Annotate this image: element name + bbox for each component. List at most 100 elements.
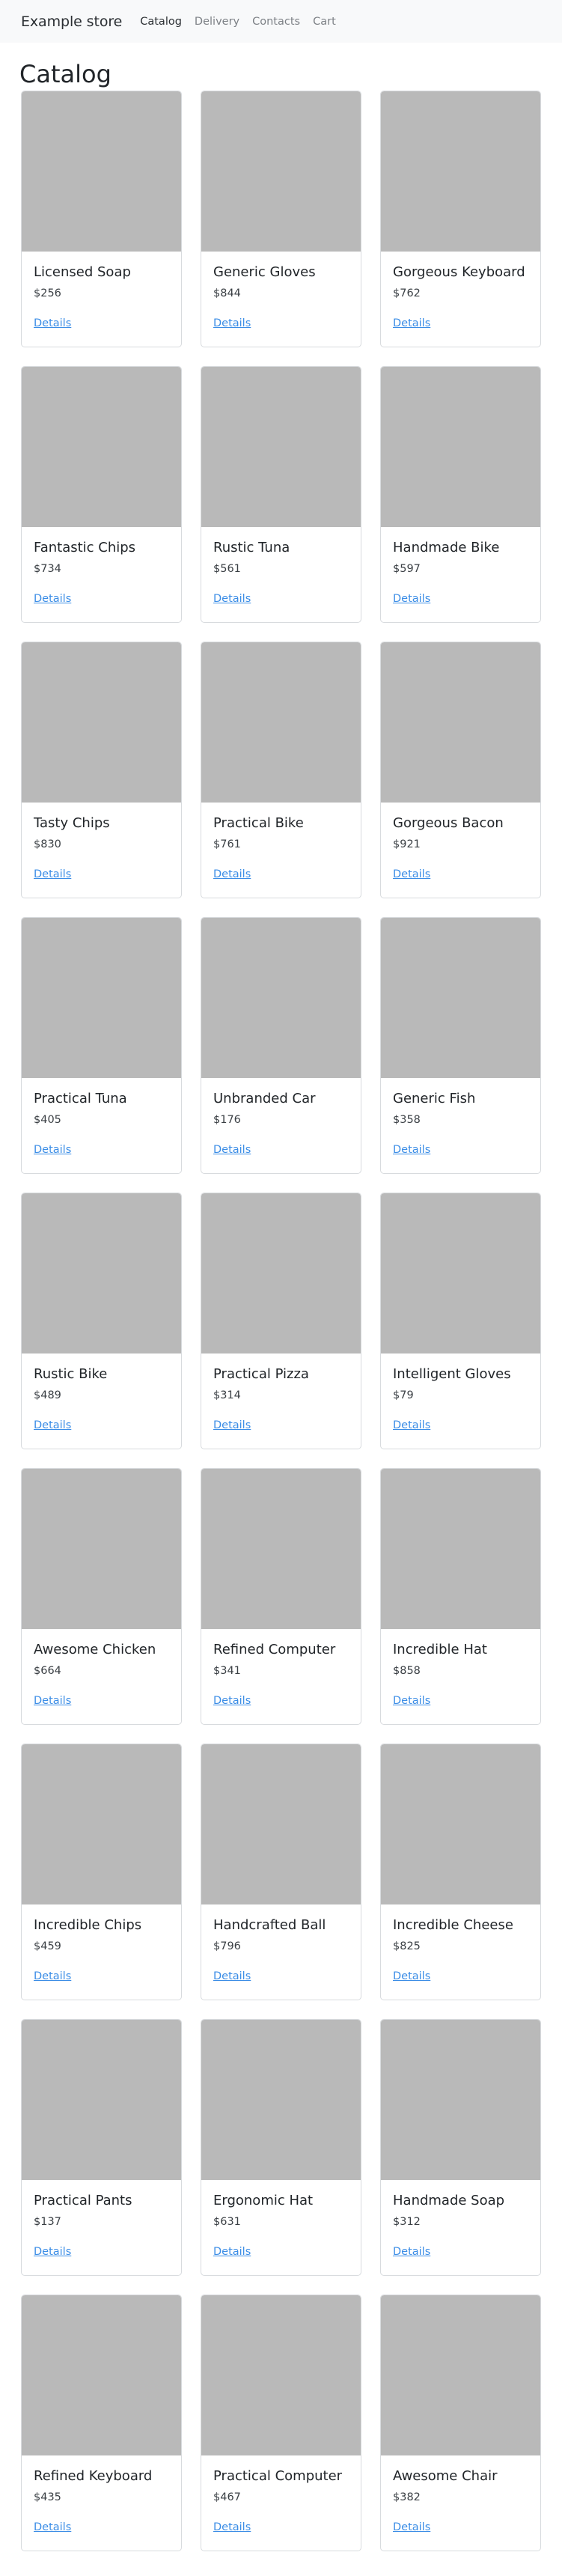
- product-details-link[interactable]: Details: [393, 868, 430, 880]
- product-details-link[interactable]: Details: [393, 317, 430, 329]
- product-name: Refined Keyboard: [34, 2468, 153, 2484]
- product-price: $844: [213, 287, 241, 299]
- product-image-placeholder: [381, 2020, 540, 2180]
- product-card-body: Practical Computer $467 Details: [201, 2455, 361, 2534]
- product-card: Licensed Soap $256 Details: [21, 91, 182, 347]
- product-image-placeholder: [201, 918, 361, 1078]
- product-details-link[interactable]: Details: [34, 1695, 71, 1707]
- product-name: Practical Computer: [213, 2468, 343, 2484]
- product-details-link[interactable]: Details: [213, 2521, 251, 2533]
- product-card-body: Awesome Chair $382 Details: [381, 2455, 540, 2534]
- product-details-link[interactable]: Details: [213, 1695, 251, 1707]
- product-image-placeholder: [381, 1744, 540, 1904]
- product-details-link[interactable]: Details: [34, 2246, 71, 2258]
- product-details-link[interactable]: Details: [393, 2521, 430, 2533]
- product-card: Awesome Chair $382 Details: [380, 2295, 541, 2551]
- nav-link-delivery[interactable]: Delivery: [195, 16, 239, 28]
- product-details-link[interactable]: Details: [34, 868, 71, 880]
- product-name: Awesome Chair: [393, 2468, 498, 2484]
- product-card: Intelligent Gloves $79 Details: [380, 1193, 541, 1449]
- product-image-placeholder: [201, 1744, 361, 1904]
- product-image-placeholder: [22, 2295, 181, 2455]
- product-card: Practical Bike $761 Details: [201, 642, 361, 898]
- product-grid: Licensed Soap $256 Details Generic Gloves $8…: [21, 91, 542, 2551]
- nav-link-cart[interactable]: Cart: [313, 16, 336, 28]
- nav-link-catalog[interactable]: Catalog: [140, 16, 182, 28]
- product-image-placeholder: [381, 918, 540, 1078]
- product-price: $79: [393, 1389, 414, 1401]
- product-name: Awesome Chicken: [34, 1642, 156, 1657]
- product-card: Handcrafted Ball $796 Details: [201, 1744, 361, 2000]
- product-card: Practical Pants $137 Details: [21, 2019, 182, 2276]
- product-card-body: Tasty Chips $830 Details: [22, 803, 181, 881]
- product-details-link[interactable]: Details: [213, 1970, 251, 1982]
- brand-link[interactable]: Example store: [21, 13, 122, 30]
- product-name: Gorgeous Keyboard: [393, 264, 525, 280]
- product-price: $256: [34, 287, 61, 299]
- product-card-body: Incredible Hat $858 Details: [381, 1629, 540, 1708]
- navbar: Example store Catalog Delivery Contacts …: [0, 0, 562, 43]
- product-image-placeholder: [201, 642, 361, 803]
- product-name: Intelligent Gloves: [393, 1366, 511, 1382]
- product-name: Incredible Hat: [393, 1642, 487, 1657]
- product-name: Handmade Bike: [393, 540, 500, 555]
- product-details-link[interactable]: Details: [213, 868, 251, 880]
- product-price: $382: [393, 2491, 421, 2503]
- product-card-body: Awesome Chicken $664 Details: [22, 1629, 181, 1708]
- product-details-link[interactable]: Details: [34, 1144, 71, 1156]
- product-price: $341: [213, 1665, 241, 1677]
- product-card-body: Incredible Chips $459 Details: [22, 1904, 181, 1983]
- product-details-link[interactable]: Details: [393, 1144, 430, 1156]
- product-name: Refined Computer: [213, 1642, 336, 1657]
- product-price: $405: [34, 1114, 61, 1126]
- product-details-link[interactable]: Details: [393, 2246, 430, 2258]
- page-title: Catalog: [19, 60, 112, 88]
- product-name: Handcrafted Ball: [213, 1917, 326, 1933]
- product-image-placeholder: [381, 642, 540, 803]
- product-name: Generic Fish: [393, 1091, 476, 1106]
- product-image-placeholder: [381, 1193, 540, 1354]
- product-details-link[interactable]: Details: [393, 1970, 430, 1982]
- product-details-link[interactable]: Details: [393, 1695, 430, 1707]
- product-image-placeholder: [381, 91, 540, 252]
- product-details-link[interactable]: Details: [393, 593, 430, 605]
- product-details-link[interactable]: Details: [213, 1419, 251, 1431]
- product-details-link[interactable]: Details: [34, 317, 71, 329]
- product-image-placeholder: [381, 2295, 540, 2455]
- product-card: Refined Keyboard $435 Details: [21, 2295, 182, 2551]
- product-image-placeholder: [201, 91, 361, 252]
- product-price: $664: [34, 1665, 61, 1677]
- product-price: $921: [393, 838, 421, 850]
- product-price: $597: [393, 563, 421, 575]
- product-card: Gorgeous Keyboard $762 Details: [380, 91, 541, 347]
- product-details-link[interactable]: Details: [213, 317, 251, 329]
- product-details-link[interactable]: Details: [213, 2246, 251, 2258]
- nav-link-contacts[interactable]: Contacts: [252, 16, 300, 28]
- product-card-body: Generic Gloves $844 Details: [201, 252, 361, 330]
- product-details-link[interactable]: Details: [34, 1419, 71, 1431]
- product-details-link[interactable]: Details: [34, 2521, 71, 2533]
- product-card-body: Fantastic Chips $734 Details: [22, 527, 181, 606]
- product-card: Refined Computer $341 Details: [201, 1468, 361, 1725]
- product-name: Generic Gloves: [213, 264, 316, 280]
- product-price: $314: [213, 1389, 241, 1401]
- product-name: Practical Tuna: [34, 1091, 127, 1106]
- product-card-body: Intelligent Gloves $79 Details: [381, 1354, 540, 1432]
- product-details-link[interactable]: Details: [213, 593, 251, 605]
- product-price: $312: [393, 2216, 421, 2228]
- product-card: Ergonomic Hat $631 Details: [201, 2019, 361, 2276]
- product-details-link[interactable]: Details: [393, 1419, 430, 1431]
- product-card: Handmade Soap $312 Details: [380, 2019, 541, 2276]
- product-image-placeholder: [201, 1193, 361, 1354]
- product-price: $734: [34, 563, 61, 575]
- product-price: $489: [34, 1389, 61, 1401]
- product-card-body: Gorgeous Bacon $921 Details: [381, 803, 540, 881]
- product-card-body: Incredible Cheese $825 Details: [381, 1904, 540, 1983]
- product-details-link[interactable]: Details: [34, 593, 71, 605]
- product-card-body: Practical Pants $137 Details: [22, 2180, 181, 2259]
- product-details-link[interactable]: Details: [34, 1970, 71, 1982]
- product-card: Practical Tuna $405 Details: [21, 917, 182, 1174]
- product-card: Handmade Bike $597 Details: [380, 366, 541, 623]
- product-image-placeholder: [201, 367, 361, 527]
- product-details-link[interactable]: Details: [213, 1144, 251, 1156]
